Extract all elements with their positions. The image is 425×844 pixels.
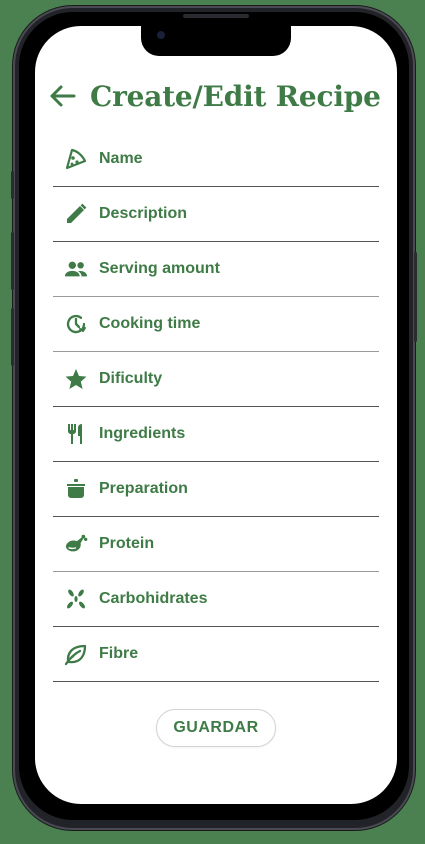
clock-history-icon (64, 312, 88, 336)
leaf-icon (64, 642, 88, 666)
name-field[interactable]: Name (53, 132, 379, 187)
cooking-pot-icon (64, 477, 88, 501)
recipe-form: Name Description Serving amount Cooking … (53, 132, 379, 682)
arrow-left-icon (48, 84, 76, 108)
pencil-icon (64, 202, 88, 226)
preparation-label: Preparation (99, 480, 188, 497)
chicken-leg-icon (64, 532, 88, 556)
pizza-slice-icon (64, 147, 88, 171)
serving-amount-label: Serving amount (99, 260, 220, 277)
fork-knife-icon (64, 422, 88, 446)
people-icon (64, 257, 88, 281)
preparation-field[interactable]: Preparation (53, 462, 379, 517)
save-button[interactable]: GUARDAR (156, 709, 276, 747)
description-label: Description (99, 205, 188, 222)
camera-dot (157, 31, 165, 39)
header: Create/Edit Recipe (48, 76, 381, 116)
cooking-time-field[interactable]: Cooking time (53, 297, 379, 352)
name-label: Name (99, 150, 143, 167)
fibre-label: Fibre (99, 645, 139, 662)
star-icon (64, 367, 88, 391)
cooking-time-label: Cooking time (99, 315, 201, 332)
notch (141, 26, 291, 56)
ingredients-label: Ingredients (99, 425, 186, 442)
difficulty-label: Dificulty (99, 370, 163, 387)
speaker-grille (183, 14, 249, 18)
ingredients-field[interactable]: Ingredients (53, 407, 379, 462)
grain-icon (64, 587, 88, 611)
protein-label: Protein (99, 535, 155, 552)
difficulty-field[interactable]: Dificulty (53, 352, 379, 407)
serving-amount-field[interactable]: Serving amount (53, 242, 379, 297)
description-field[interactable]: Description (53, 187, 379, 242)
protein-field[interactable]: Protein (53, 517, 379, 572)
back-button[interactable] (48, 81, 78, 111)
carbohydrates-field[interactable]: Carbohidrates (53, 572, 379, 627)
page-title: Create/Edit Recipe (90, 79, 381, 113)
carbohydrates-label: Carbohidrates (99, 590, 208, 607)
fibre-field[interactable]: Fibre (53, 627, 379, 682)
